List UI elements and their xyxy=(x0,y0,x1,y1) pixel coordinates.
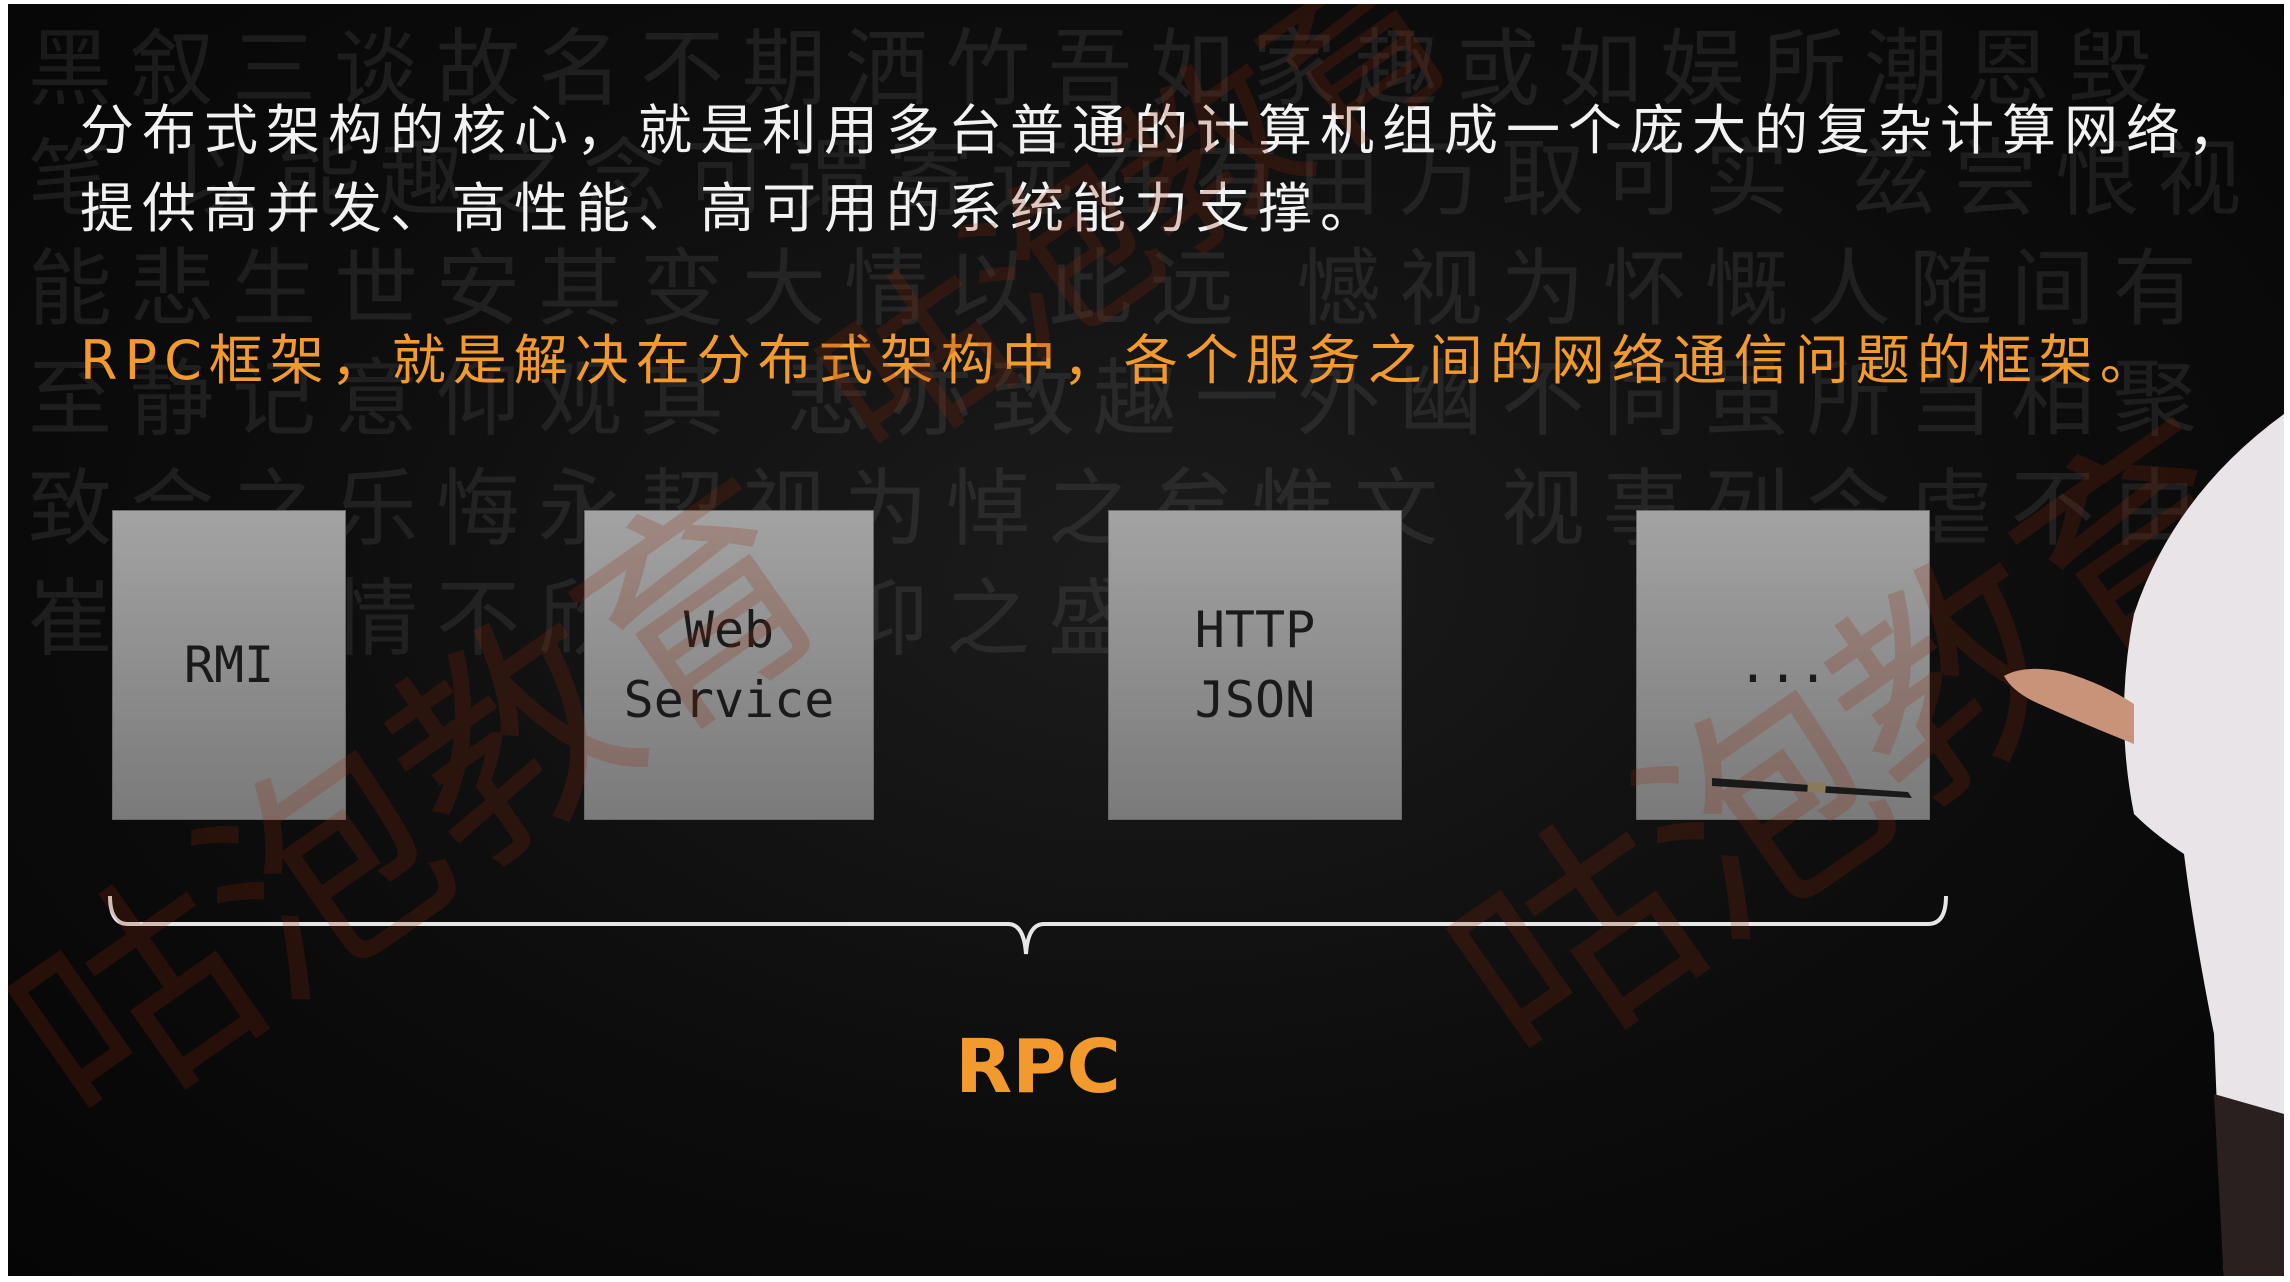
rpc-definition: RPC框架，就是解决在分布式架构中，各个服务之间的网络通信问题的框架。 xyxy=(80,329,2161,392)
grouping-brace xyxy=(108,895,1948,955)
box-label: Web Service xyxy=(623,601,835,729)
intro-line-1: 分布式架构的核心，就是利用多台普通的计算机组成一个庞大的复杂计算网络， xyxy=(80,99,2250,162)
box-rmi: RMI xyxy=(112,510,346,820)
intro-line-2: 提供高并发、高性能、高可用的系统能力支撑。 xyxy=(80,177,1382,240)
slide: 黑叙三谈故名不期洒竹吾如家趣或如娱所潮恩毁笔 以能趣之念可谓寄远在有由万取可实 … xyxy=(8,4,2284,1276)
box-label: ... xyxy=(1737,636,1829,694)
box-web-service: Web Service xyxy=(584,510,874,820)
watermark: 咕泡教育 xyxy=(782,4,1493,501)
box-label: HTTP JSON xyxy=(1194,601,1316,729)
box-label: RMI xyxy=(183,636,275,694)
rpc-label: RPC xyxy=(955,1024,1121,1110)
box-http-json: HTTP JSON xyxy=(1108,510,1402,820)
presenter-figure xyxy=(2004,414,2284,1276)
pointer-pen xyxy=(1712,778,1912,798)
